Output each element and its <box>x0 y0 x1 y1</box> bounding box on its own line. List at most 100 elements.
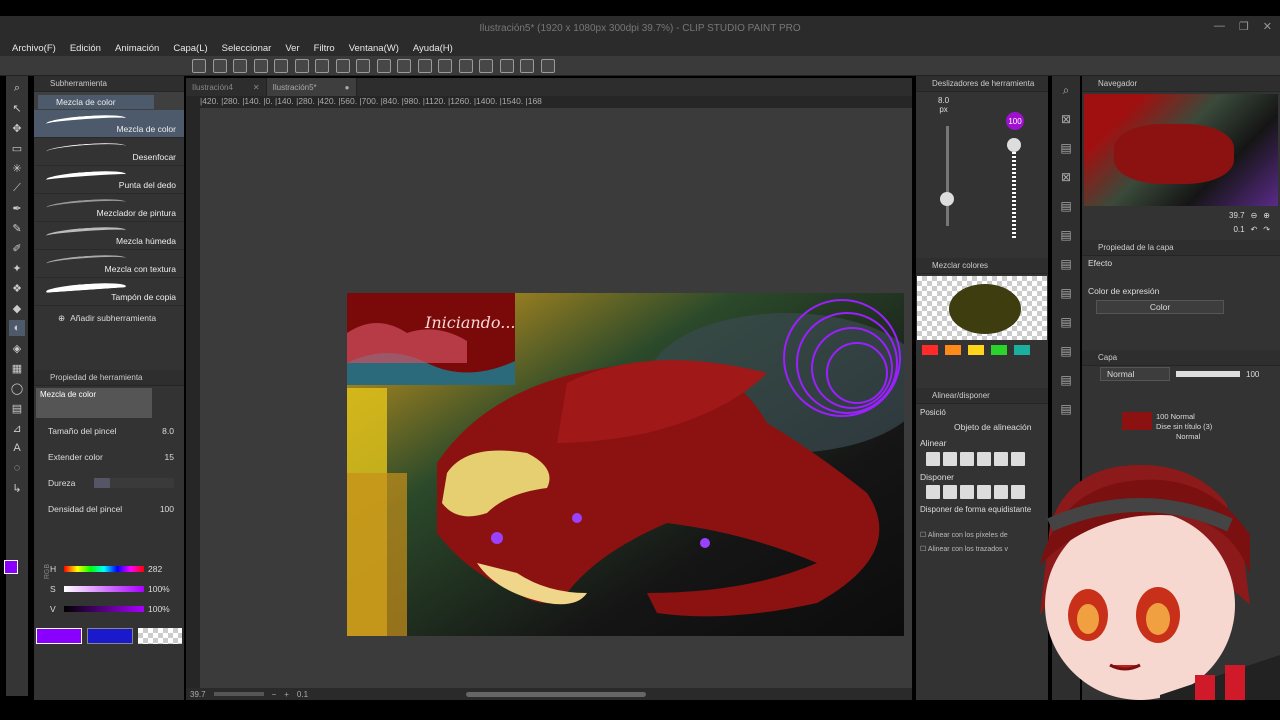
size-slider-knob[interactable] <box>940 192 954 206</box>
deselect-icon[interactable] <box>397 59 412 73</box>
grid-snap-icon[interactable] <box>499 59 514 73</box>
panel-icon[interactable]: ▤ <box>1052 366 1080 395</box>
align-button[interactable] <box>977 452 991 466</box>
close-tab-icon[interactable]: ✕ <box>253 83 260 92</box>
pencil-tool-icon[interactable]: ✎ <box>9 220 25 236</box>
transform-icon[interactable] <box>376 59 391 73</box>
operation-tool-icon[interactable]: ↖ <box>9 100 25 116</box>
hue-slider[interactable] <box>64 566 144 572</box>
ruler-icon[interactable]: ⊿ <box>9 420 25 436</box>
fill-icon[interactable] <box>356 59 371 73</box>
align-button[interactable] <box>994 452 1008 466</box>
text-tool-icon[interactable]: A <box>9 440 25 456</box>
brush-item[interactable]: Mezclador de pintura <box>34 194 184 222</box>
brush-item[interactable]: Mezcla de color <box>34 110 184 138</box>
redo-icon[interactable] <box>315 59 330 73</box>
close-panel-icon[interactable]: ⊠ <box>1052 163 1080 192</box>
menu-edicion[interactable]: Edición <box>70 43 101 54</box>
brush-size-row[interactable]: Tamaño del pincel 8.0 <box>34 418 184 444</box>
spread-value[interactable]: 15 <box>165 452 174 462</box>
menu-ver[interactable]: Ver <box>285 43 299 54</box>
airbrush-icon[interactable]: ✦ <box>9 260 25 276</box>
align-button[interactable] <box>943 452 957 466</box>
value-value[interactable]: 100% <box>148 604 170 614</box>
sub-color-chip[interactable] <box>87 628 133 644</box>
gradient-icon[interactable]: ▦ <box>9 360 25 376</box>
align-button[interactable] <box>926 452 940 466</box>
rotate-left-icon[interactable]: ↶ <box>1251 225 1258 234</box>
special-ruler-snap-icon[interactable] <box>479 59 494 73</box>
hue-value[interactable]: 282 <box>148 564 162 574</box>
eyedropper-icon[interactable]: ⟋ <box>9 180 25 196</box>
rotate-right-icon[interactable]: ↷ <box>1263 225 1270 234</box>
new-file-icon[interactable] <box>212 59 227 73</box>
navigator-rotate-value[interactable]: 0.1 <box>1233 225 1244 234</box>
auto-select-icon[interactable]: ✳ <box>9 160 25 176</box>
zoom-in-icon[interactable]: + <box>284 690 289 699</box>
zoom-out-icon[interactable]: − <box>272 690 277 699</box>
pen-tool-icon[interactable]: ✒ <box>9 200 25 216</box>
search-icon[interactable]: ⌕ <box>1052 76 1080 105</box>
correct-line-icon[interactable]: ↳ <box>9 480 25 496</box>
panel-icon[interactable]: ▤ <box>1052 250 1080 279</box>
zoom-in-icon[interactable]: ⊕ <box>1263 211 1270 220</box>
size-slider-track[interactable] <box>946 126 949 226</box>
expression-color-dropdown[interactable]: Color <box>1096 300 1224 314</box>
export-icon[interactable] <box>274 59 289 73</box>
navigator-preview[interactable] <box>1084 94 1278 206</box>
align-button[interactable] <box>960 452 974 466</box>
zoom-tool-icon[interactable]: ⌕ <box>9 80 25 96</box>
brush-item[interactable]: Punta del dedo <box>34 166 184 194</box>
horizontal-scrollbar[interactable] <box>466 691 647 697</box>
palette-swatch[interactable] <box>1014 345 1030 355</box>
panel-icon[interactable]: ▤ <box>1052 192 1080 221</box>
transparent-color-chip[interactable] <box>138 628 182 644</box>
palette-swatch[interactable] <box>945 345 961 355</box>
layer-row[interactable]: 100 Normal Dise sin título (3) Normal <box>1082 412 1280 442</box>
show-grid-icon[interactable] <box>540 59 555 73</box>
brush-tool-icon[interactable]: ✐ <box>9 240 25 256</box>
opacity-slider-track[interactable] <box>1012 138 1016 238</box>
brush-item[interactable]: Tampón de copia <box>34 278 184 306</box>
color-mix-area[interactable] <box>917 276 1047 340</box>
add-subtool-button[interactable]: ⊕ Añadir subherramienta <box>34 306 184 330</box>
menu-capa[interactable]: Capa(L) <box>173 43 207 54</box>
close-button[interactable]: ✕ <box>1263 20 1272 33</box>
maximize-button[interactable]: ❐ <box>1239 20 1249 33</box>
palette-swatch[interactable] <box>922 345 938 355</box>
clip-studio-icon[interactable] <box>192 59 206 73</box>
invert-selection-icon[interactable] <box>417 59 432 73</box>
main-color-swatch[interactable] <box>4 560 18 574</box>
brush-item[interactable]: Mezcla con textura <box>34 250 184 278</box>
opacity-slider-knob[interactable] <box>1007 138 1021 152</box>
navigator-zoom-value[interactable]: 39.7 <box>1229 211 1245 220</box>
fill-tool-icon[interactable]: ◈ <box>9 340 25 356</box>
artwork-canvas[interactable]: Iniciando... <box>347 293 904 636</box>
distribute-button[interactable] <box>960 485 974 499</box>
layer-opacity-value[interactable]: 100 <box>1246 370 1259 379</box>
saturation-value[interactable]: 100% <box>148 584 170 594</box>
blend-tool-icon[interactable]: ◐ <box>9 320 25 336</box>
clear-icon[interactable] <box>335 59 350 73</box>
menu-animacion[interactable]: Animación <box>115 43 159 54</box>
panel-icon[interactable]: ▤ <box>1052 308 1080 337</box>
frame-icon[interactable]: ▤ <box>9 400 25 416</box>
crop-icon[interactable] <box>438 59 453 73</box>
status-zoom-value[interactable]: 39.7 <box>190 690 206 699</box>
figure-icon[interactable]: ◯ <box>9 380 25 396</box>
panel-icon[interactable]: ▤ <box>1052 279 1080 308</box>
undo-icon[interactable] <box>294 59 309 73</box>
saturation-slider[interactable] <box>64 586 144 592</box>
main-color-chip[interactable] <box>36 628 82 644</box>
save-icon[interactable] <box>253 59 268 73</box>
ruler-snap-icon[interactable] <box>458 59 473 73</box>
zoom-out-icon[interactable]: ⊖ <box>1251 211 1258 220</box>
material-icon[interactable]: ▤ <box>1052 134 1080 163</box>
distribute-button[interactable] <box>926 485 940 499</box>
blend-mode-dropdown[interactable]: Normal <box>1100 367 1170 381</box>
zoom-slider[interactable] <box>213 692 264 696</box>
density-row[interactable]: Densidad del pincel 100 <box>34 496 184 522</box>
balloon-icon[interactable]: ◌ <box>9 460 25 476</box>
menu-seleccionar[interactable]: Seleccionar <box>222 43 272 54</box>
menu-ayuda[interactable]: Ayuda(H) <box>413 43 453 54</box>
